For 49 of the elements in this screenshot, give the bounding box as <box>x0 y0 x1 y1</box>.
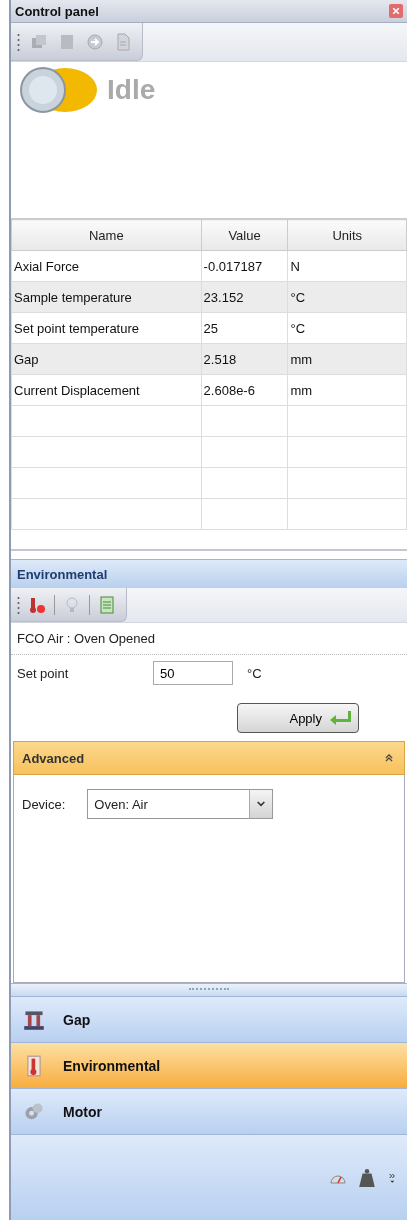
section-title: Advanced <box>22 750 85 766</box>
table-cell: -0.017187 <box>201 250 288 282</box>
table-cell: 25 <box>201 312 288 344</box>
table-cell: 2.608e-6 <box>201 374 288 406</box>
table-cell: Set point temperature <box>11 312 202 344</box>
table-cell: Current Displacement <box>11 374 202 406</box>
table-cell: 23.152 <box>201 281 288 313</box>
field-label: Set point <box>17 665 70 681</box>
section-header[interactable]: Advanced <box>13 741 405 775</box>
table-cell: mm <box>288 374 407 406</box>
grip-icon <box>17 31 20 52</box>
section-header: Environmental <box>11 559 407 588</box>
status-indicator-icon <box>19 66 99 114</box>
table-cell: °C <box>288 312 407 344</box>
stop-icon[interactable] <box>58 32 76 51</box>
apply-button[interactable]: Apply <box>237 703 359 733</box>
grip-icon <box>17 594 20 615</box>
weight-icon[interactable] <box>357 1167 377 1188</box>
enter-arrow-icon <box>328 710 352 726</box>
table-cell: mm <box>288 343 407 375</box>
field-label: Device: <box>22 796 66 812</box>
windows-icon[interactable] <box>30 32 48 51</box>
column-header[interactable]: Value <box>201 219 288 251</box>
list-document-icon[interactable] <box>98 595 116 614</box>
column-header[interactable]: Units <box>288 219 407 251</box>
nav-item[interactable]: Gap <box>11 996 407 1042</box>
table-cell: 2.518 <box>201 343 288 375</box>
splitter-handle[interactable] <box>11 983 407 996</box>
device-status: FCO Air : Oven Opened <box>11 623 407 655</box>
table-cell: N <box>288 250 407 282</box>
lightbulb-icon[interactable] <box>63 595 81 614</box>
table-cell: °C <box>288 281 407 313</box>
table-cell: Sample temperature <box>11 281 202 313</box>
nav-item[interactable]: Motor <box>11 1088 407 1134</box>
panel-title: Control panel <box>15 3 99 19</box>
frame-icon <box>23 1008 45 1031</box>
thermometer-off-icon[interactable] <box>28 595 46 614</box>
close-button[interactable] <box>389 4 403 18</box>
close-icon <box>391 6 401 16</box>
table-cell: Axial Force <box>11 250 202 282</box>
document-icon[interactable] <box>114 32 132 51</box>
nav-item[interactable]: Environmental <box>11 1042 407 1088</box>
column-header[interactable]: Name <box>11 219 202 251</box>
unit-label: °C <box>247 665 262 681</box>
table-cell: Gap <box>11 343 202 375</box>
status-label: Idle <box>107 74 156 106</box>
arrow-circle-icon[interactable] <box>86 32 104 51</box>
device-dropdown[interactable]: Oven: Air <box>87 789 274 819</box>
setpoint-input[interactable]: 50 <box>153 661 233 685</box>
